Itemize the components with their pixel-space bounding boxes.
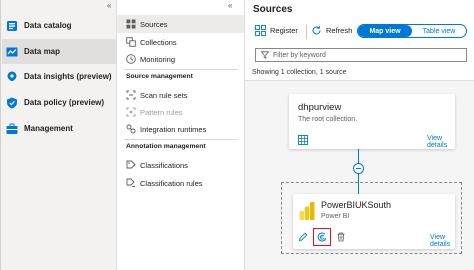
scan-rule-sets-icon [125,90,136,101]
view-toggle: Map view Table view [357,24,467,38]
main-content: Sources Register Refresh Map view Table … [245,0,474,270]
subnav-item-monitoring[interactable]: Monitoring [117,50,244,68]
nav-item-label: Data insights (preview) [24,72,112,81]
section-header-source-management: Source management [126,73,193,80]
divider [124,139,238,140]
management-icon [6,123,18,135]
source-type: Power BI [321,213,350,220]
collection-sources-grid-icon[interactable] [298,135,308,145]
map-canvas: dhpurview The root collection. View deta… [245,80,474,270]
nav-item-label: Management [24,124,73,133]
subnav-item-sources[interactable]: Sources [117,15,244,33]
subnav-item-label: Collections [140,37,177,47]
monitoring-icon [125,54,136,65]
collapse-left-nav-button[interactable]: « [107,1,112,10]
table-view-button[interactable]: Table view [412,25,466,37]
nav-item-management[interactable]: Management [2,116,117,141]
nav-item-label: Data catalog [24,21,72,30]
register-grid-icon [255,25,266,36]
subnav-item-integration-runtimes[interactable]: Integration runtimes [117,120,244,138]
data-insights-icon [6,71,18,83]
subnav-item-label: Monitoring [140,54,176,64]
source-card[interactable]: PowerBIUKSouth Power BI View details [293,194,455,249]
sources-grid-icon [125,19,136,30]
highlight-box [313,228,331,246]
collections-icon [125,37,136,48]
nav-item-data-policy[interactable]: Data policy (preview) [2,90,117,115]
source-view-details-link[interactable]: View details [430,234,455,248]
data-policy-icon [6,97,18,109]
collapse-node-button[interactable] [353,163,364,174]
collapse-sub-nav-button[interactable]: « [228,1,233,10]
data-map-icon [6,46,18,58]
refresh-button[interactable]: Refresh [311,25,352,36]
collection-card[interactable]: dhpurview The root collection. View deta… [289,94,455,149]
refresh-icon [311,25,322,36]
pattern-rules-icon [125,107,136,118]
nav-item-label: Data map [24,47,61,56]
subnav-item-label: Integration runtimes [140,124,207,134]
subnav-item-pattern-rules[interactable]: Pattern rules [117,103,244,121]
divider [124,69,238,70]
filter-placeholder: Filter by keyword [273,51,326,59]
subnav-item-label: Scan rule sets [140,90,188,100]
source-name: PowerBIUKSouth [321,200,392,210]
subnav-item-collections[interactable]: Collections [117,33,244,51]
power-bi-logo-icon [299,202,315,225]
edit-icon[interactable] [298,232,308,242]
nav-item-data-insights[interactable]: Data insights (preview) [2,64,117,89]
section-header-annotation-management: Annotation management [126,143,206,150]
map-view-button[interactable]: Map view [358,25,412,37]
filter-icon [261,51,269,59]
register-button[interactable]: Register [255,25,298,36]
data-catalog-icon [6,20,18,32]
refresh-label: Refresh [326,26,353,35]
collection-description: The root collection. [298,116,358,123]
nav-item-label: Data policy (preview) [24,98,105,107]
register-label: Register [270,26,298,35]
page-title: Sources [253,4,293,15]
collection-view-details-link[interactable]: View details [427,135,455,149]
filter-input[interactable]: Filter by keyword [255,48,467,62]
classifications-icon [125,160,136,171]
subnav-item-label: Classification rules [140,178,203,188]
subnav-item-classifications[interactable]: Classifications [117,156,244,174]
delete-icon[interactable] [336,232,346,242]
subnav-item-label: Classifications [140,160,188,170]
nav-item-data-catalog[interactable]: Data catalog [2,13,117,38]
status-text: Showing 1 collection, 1 source [252,69,347,76]
subnav-item-label: Pattern rules [140,107,183,117]
collection-name: dhpurview [298,102,342,113]
classification-rules-icon [125,178,136,189]
left-nav: « Data catalog Data map Data insights (p… [0,0,117,270]
nav-item-data-map[interactable]: Data map [2,39,117,64]
subnav-item-classification-rules[interactable]: Classification rules [117,174,244,192]
sub-nav: « Sources Collections Monitoring Source … [117,0,245,270]
subnav-item-label: Sources [140,19,168,29]
integration-runtimes-icon [125,124,136,135]
toolbar-divider [306,25,307,39]
subnav-item-scan-rule-sets[interactable]: Scan rule sets [117,86,244,104]
